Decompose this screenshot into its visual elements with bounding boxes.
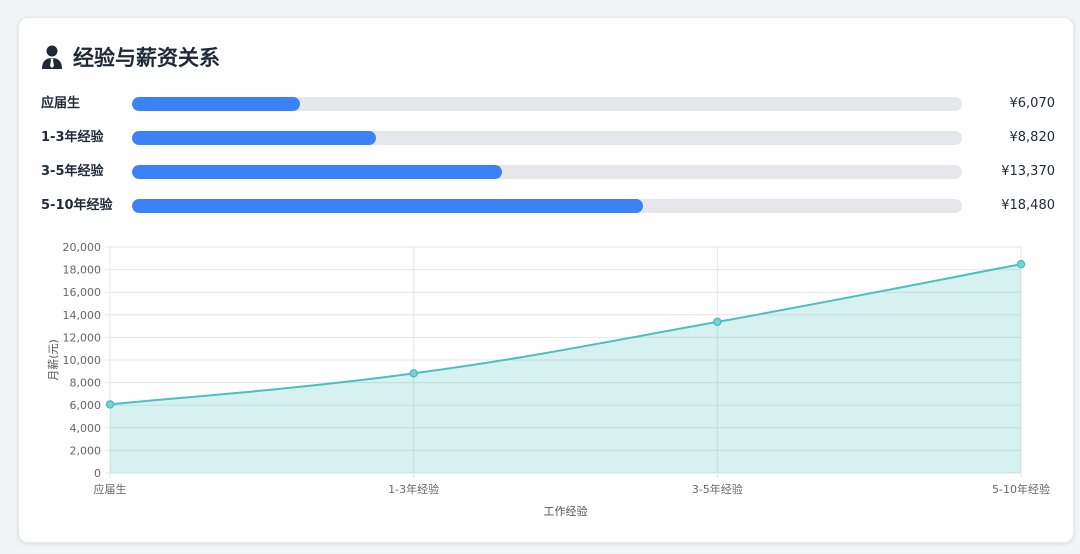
y-tick-label: 12,000 <box>63 331 102 344</box>
y-tick-label: 2,000 <box>70 444 102 457</box>
x-tick-label: 1-3年经验 <box>388 482 439 496</box>
salary-area-chart: 0 2,000 4,000 6,000 8,000 10,000 12,000 14,000 1… <box>47 241 1050 518</box>
x-tick-label: 5-10年经验 <box>992 482 1050 496</box>
data-point <box>1016 259 1026 269</box>
y-tick-label: 4,000 <box>70 422 102 435</box>
y-tick-label: 14,000 <box>63 309 102 322</box>
y-tick-label: 18,000 <box>63 264 102 277</box>
data-point <box>105 400 115 409</box>
experience-salary-card: 经验与薪资关系 应届生 ¥6,070 1-3年经验 ¥8,820 3-5年经验 … <box>18 17 1074 543</box>
data-point <box>409 369 418 378</box>
y-tick-label: 0 <box>94 467 101 480</box>
series-area <box>110 264 1021 473</box>
y-tick-label: 16,000 <box>63 286 102 299</box>
y-tick-label: 10,000 <box>63 354 102 367</box>
y-tick-label: 20,000 <box>63 241 102 254</box>
x-tick-label: 应届生 <box>94 482 127 496</box>
y-tick-label: 6,000 <box>70 399 102 412</box>
x-tick-label: 3-5年经验 <box>692 482 743 496</box>
x-axis-title: 工作经验 <box>544 504 588 518</box>
data-point <box>713 317 722 327</box>
y-axis-title: 月薪(元) <box>47 339 60 381</box>
y-tick-label: 8,000 <box>70 377 102 390</box>
